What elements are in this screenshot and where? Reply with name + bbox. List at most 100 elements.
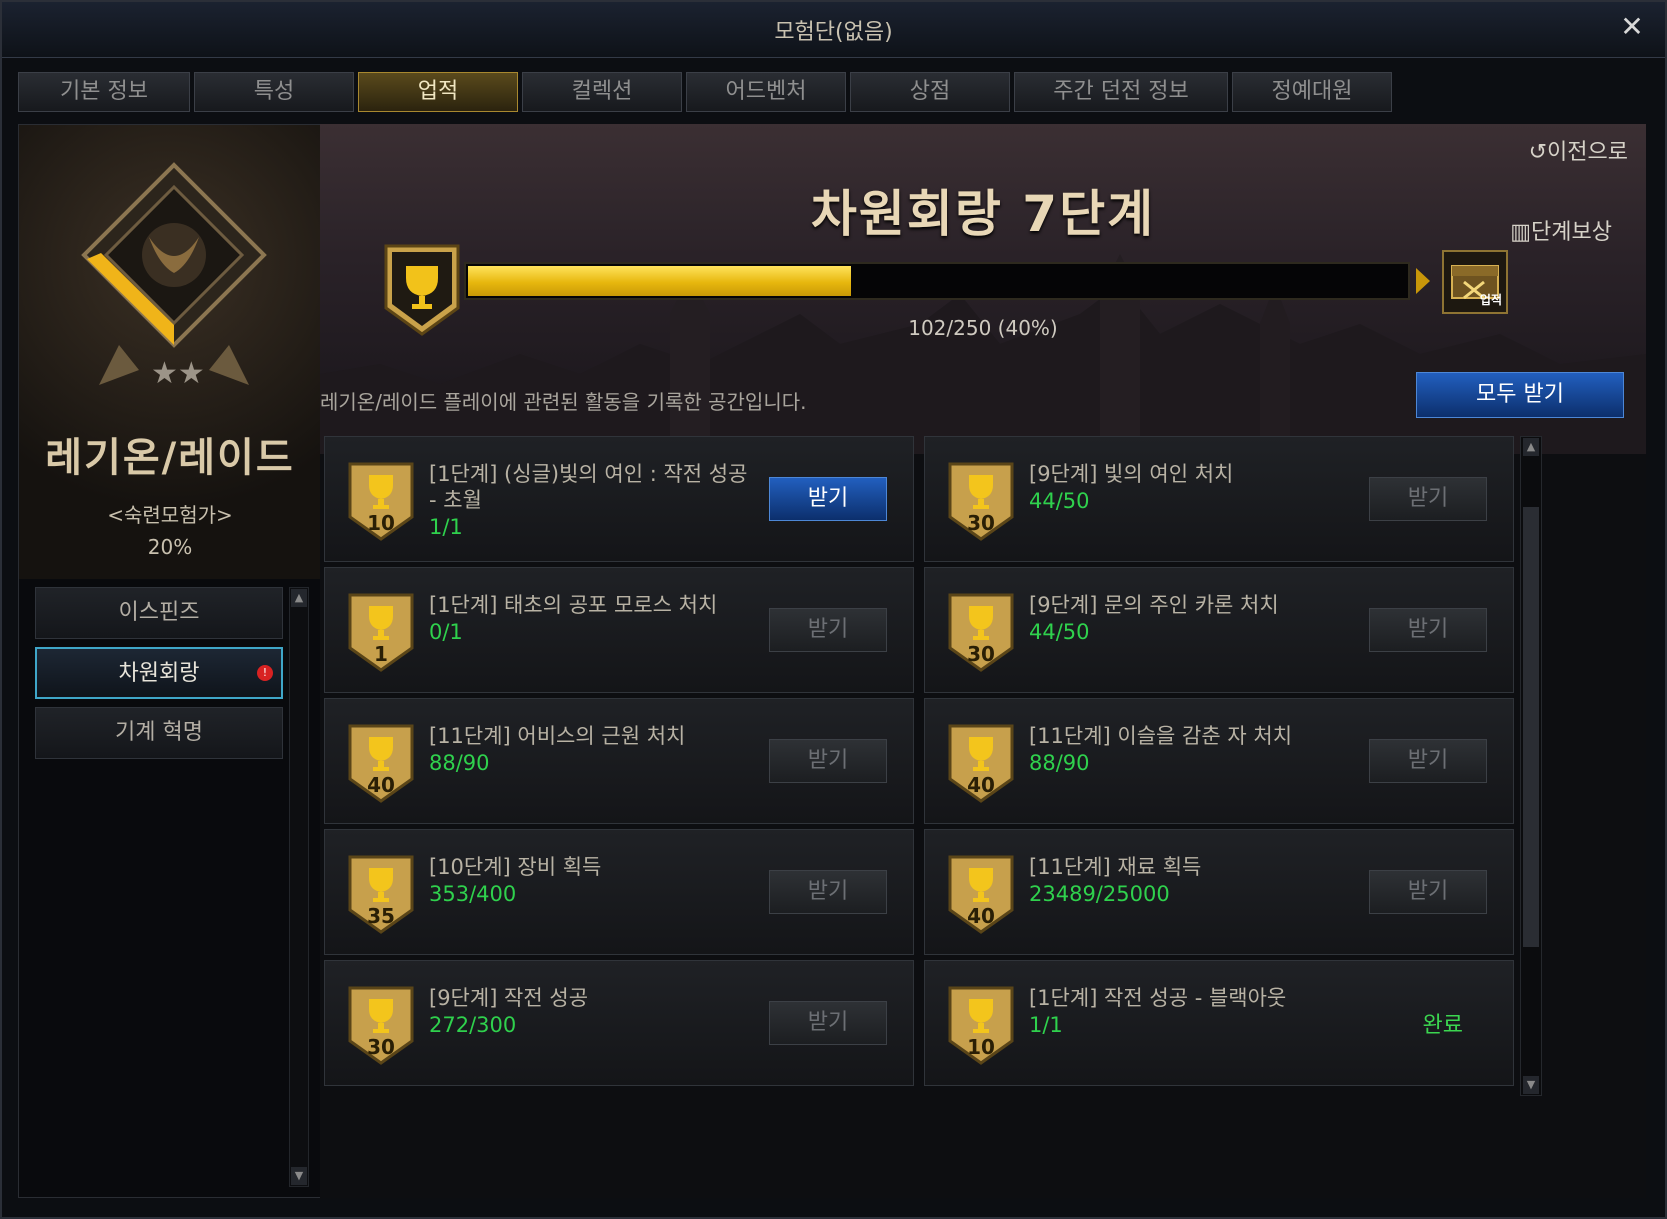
- achievement-points: 10: [967, 1035, 995, 1059]
- achievement-card: 1 [1단계] 태초의 공포 모로스 처치 0/1 받기: [324, 567, 914, 693]
- tab-weekly-dungeon[interactable]: 주간 던전 정보: [1014, 72, 1228, 112]
- receive-button[interactable]: 받기: [769, 870, 887, 914]
- achievement-points: 30: [367, 1035, 395, 1059]
- achievement-points: 1: [374, 642, 388, 666]
- achievement-card: 40 [11단계] 이슬을 감춘 자 처치 88/90 받기: [924, 698, 1514, 824]
- completed-label: 완료: [1422, 1013, 1463, 1038]
- achievement-points: 40: [967, 904, 995, 928]
- category-header: ★★ 레기온/레이드 <숙련모험가> 20%: [19, 125, 321, 579]
- scroll-up-icon[interactable]: ▲: [291, 589, 307, 607]
- tab-shop[interactable]: 상점: [850, 72, 1010, 112]
- tab-basic-info[interactable]: 기본 정보: [18, 72, 190, 112]
- reward-chest-label: 업적: [1479, 293, 1502, 307]
- back-arrow-icon: ↺: [1528, 140, 1548, 165]
- receive-button[interactable]: 받기: [769, 739, 887, 783]
- stage-progress-bar: [464, 262, 1410, 300]
- category-description: 레기온/레이드 플레이에 관련된 활동을 기록한 공간입니다.: [320, 390, 807, 414]
- tab-adventure[interactable]: 어드벤처: [686, 72, 846, 112]
- achievement-points: 40: [367, 773, 395, 797]
- achievement-progress: 88/90: [429, 751, 490, 775]
- tab-achievements[interactable]: 업적: [358, 72, 518, 112]
- achievement-card: 30 [9단계] 빛의 여인 처치 44/50 받기: [924, 436, 1514, 562]
- svg-text:★★: ★★: [151, 356, 205, 391]
- achievement-points: 40: [967, 773, 995, 797]
- receive-button[interactable]: 받기: [769, 477, 887, 521]
- achievement-title: [9단계] 작전 성공: [429, 986, 589, 1010]
- receive-button[interactable]: 받기: [769, 608, 887, 652]
- achievement-progress: 44/50: [1029, 620, 1090, 644]
- back-button[interactable]: ↺이전으로: [1529, 134, 1628, 166]
- tab-traits[interactable]: 특성: [194, 72, 354, 112]
- sidebar-item-label: 이스핀즈: [118, 600, 200, 625]
- sidebar-item-dimension-corridor[interactable]: 차원회랑 !: [35, 647, 283, 699]
- scroll-down-icon[interactable]: ▼: [1523, 1076, 1539, 1094]
- achievement-progress: 272/300: [429, 1013, 517, 1037]
- tab-bar: 기본 정보 특성 업적 컬렉션 어드벤처 상점 주간 던전 정보 정예대원: [18, 72, 1392, 112]
- achievement-title: [11단계] 재료 획득: [1029, 855, 1202, 879]
- category-title: 레기온/레이드: [45, 435, 295, 481]
- receive-all-button[interactable]: 모두 받기: [1416, 372, 1624, 418]
- achievement-list-scrollbar[interactable]: ▲ ▼: [1520, 436, 1542, 1096]
- gift-icon: ▥: [1510, 220, 1532, 245]
- achievement-card: 40 [11단계] 어비스의 근원 처치 88/90 받기: [324, 698, 914, 824]
- achievement-list: 10 [1단계] (싱글)빛의 여인 : 작전 성공 - 초월 1/1 받기 30 [9단…: [320, 436, 1546, 1200]
- sidebar-menu: 이스핀즈 차원회랑 ! 기계 혁명: [35, 587, 283, 767]
- achievement-title: [11단계] 이슬을 감춘 자 처치: [1029, 724, 1293, 748]
- stage-banner: ↺이전으로 차원회랑 7단계 ▥단계보상 업적 102/250 (40%) 레기…: [320, 124, 1646, 454]
- achievement-title: [11단계] 어비스의 근원 처치: [429, 724, 686, 748]
- back-label: 이전으로: [1547, 140, 1628, 165]
- achievement-window: 모험단(없음) ✕ 기본 정보 특성 업적 컬렉션 어드벤처 상점 주간 던전 …: [0, 0, 1667, 1219]
- achievement-card: 40 [11단계] 재료 획득 23489/25000 받기: [924, 829, 1514, 955]
- progress-arrow-icon: [1416, 268, 1430, 294]
- sidebar-item-ispins[interactable]: 이스핀즈: [35, 587, 283, 639]
- achievement-progress: 44/50: [1029, 489, 1090, 513]
- main-panel: ↺이전으로 차원회랑 7단계 ▥단계보상 업적 102/250 (40%) 레기…: [320, 124, 1646, 1198]
- achievement-title: [1단계] 작전 성공 - 블랙아웃: [1029, 986, 1287, 1010]
- receive-button[interactable]: 받기: [1369, 608, 1487, 652]
- achievement-card: 10 [1단계] 작전 성공 - 블랙아웃 1/1 완료: [924, 960, 1514, 1086]
- raid-emblem-icon: ★★: [81, 162, 267, 391]
- receive-button[interactable]: 받기: [769, 1001, 887, 1045]
- scroll-up-icon[interactable]: ▲: [1523, 438, 1539, 456]
- achievement-title: [9단계] 문의 주인 카론 처치: [1029, 593, 1279, 617]
- achievement-card: 30 [9단계] 문의 주인 카론 처치 44/50 받기: [924, 567, 1514, 693]
- scroll-down-icon[interactable]: ▼: [291, 1167, 307, 1185]
- sidebar-item-machine-revolution[interactable]: 기계 혁명: [35, 707, 283, 759]
- title-bar: 모험단(없음) ✕: [2, 2, 1665, 58]
- sidebar: ★★ 레기온/레이드 <숙련모험가> 20% 이스핀즈 차원회랑 ! 기계 혁명…: [18, 124, 322, 1198]
- achievement-progress: 353/400: [429, 882, 517, 906]
- close-icon[interactable]: ✕: [1617, 12, 1647, 42]
- stage-progress-text: 102/250 (40%): [908, 316, 1058, 340]
- achievement-progress: 1/1: [1029, 1013, 1063, 1037]
- reward-chest-icon[interactable]: 업적: [1442, 250, 1508, 314]
- achievement-points: 35: [367, 904, 395, 928]
- tab-collection[interactable]: 컬렉션: [522, 72, 682, 112]
- achievement-points: 10: [367, 511, 395, 535]
- sidebar-scrollbar[interactable]: ▲ ▼: [289, 587, 309, 1187]
- receive-button[interactable]: 받기: [1369, 739, 1487, 783]
- tab-elite-members[interactable]: 정예대원: [1232, 72, 1392, 112]
- achievement-progress: 0/1: [429, 620, 463, 644]
- stage-progress-fill: [468, 266, 851, 296]
- achievement-card: 30 [9단계] 작전 성공 272/300 받기: [324, 960, 914, 1086]
- category-rank: <숙련모험가>: [107, 503, 233, 527]
- alert-icon: !: [257, 665, 273, 681]
- window-title: 모험단(없음): [774, 20, 893, 45]
- achievement-points: 30: [967, 642, 995, 666]
- achievement-title: [1단계] 태초의 공포 모로스 처치: [429, 593, 718, 617]
- stage-reward-text: 단계보상: [1531, 220, 1612, 245]
- sidebar-item-label: 차원회랑: [118, 661, 200, 686]
- stage-reward-label[interactable]: ▥단계보상: [1510, 214, 1612, 246]
- achievement-points: 30: [967, 511, 995, 535]
- achievement-progress: 88/90: [1029, 751, 1090, 775]
- achievement-progress: 23489/25000: [1029, 882, 1170, 906]
- sidebar-item-label: 기계 혁명: [115, 720, 203, 745]
- category-percent: 20%: [147, 535, 193, 559]
- achievement-title: [1단계] (싱글)빛의 여인 : 작전 성공 - 초월: [429, 462, 748, 512]
- achievement-title: [9단계] 빛의 여인 처치: [1029, 462, 1234, 486]
- receive-button[interactable]: 받기: [1369, 477, 1487, 521]
- achievement-card: 35 [10단계] 장비 획득 353/400 받기: [324, 829, 914, 955]
- scroll-thumb[interactable]: [1523, 507, 1539, 947]
- achievement-title: [10단계] 장비 획득: [429, 855, 602, 879]
- receive-button[interactable]: 받기: [1369, 870, 1487, 914]
